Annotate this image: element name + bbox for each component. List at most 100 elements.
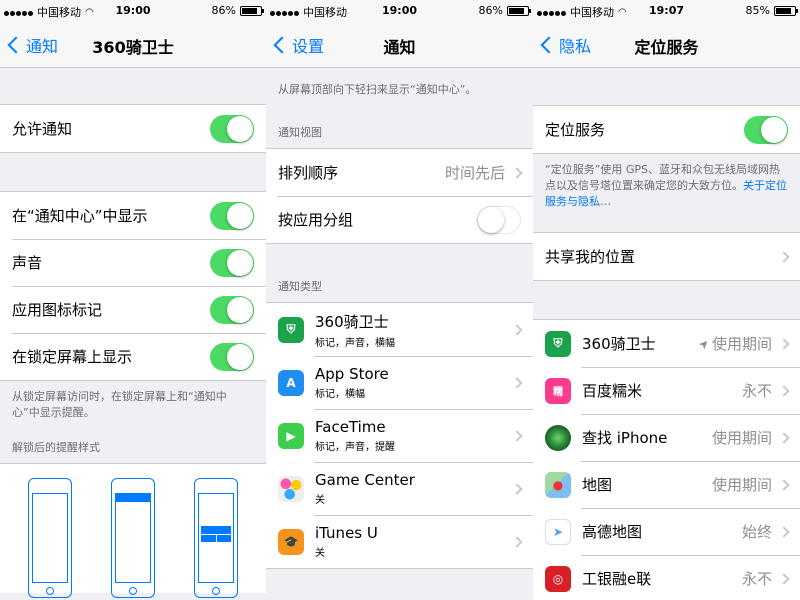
app-subtitle: 关 [315, 548, 325, 559]
alert-style-picker [0, 463, 266, 598]
location-app-row[interactable]: 糯 百度糯米 永不 [533, 367, 800, 414]
location-permission-value: 永不 [741, 570, 772, 588]
chevron-right-icon [511, 482, 523, 495]
location-permission-value: 使用期间 [711, 335, 772, 353]
share-location-group: 共享我的位置 [533, 232, 800, 281]
game-center-icon [278, 475, 304, 502]
notification-view-group: 排列顺序 时间先后 按应用分组 [266, 148, 533, 244]
location-permission-value: 使用期间 [711, 429, 772, 447]
app-row-game-center[interactable]: Game Center 关 [266, 462, 533, 515]
location-services-description: “定位服务”使用 GPS、蓝牙和众包无线局域网热点以及信号塔位置来确定您的大致方… [533, 154, 800, 232]
location-app-row[interactable]: ● 地图 使用期间 [533, 461, 800, 508]
show-in-notification-center-toggle[interactable] [210, 201, 254, 230]
app-subtitle: 关 [315, 495, 325, 506]
icbc-icon: ◎ [545, 565, 571, 592]
navigation-bar: 通知 360骑卫士 [0, 22, 266, 68]
allow-notifications-row: 允许通知 [0, 105, 266, 152]
app-subtitle: 标记，声音，提醒 [315, 442, 395, 453]
share-my-location-row[interactable]: 共享我的位置 [533, 233, 800, 280]
location-app-row[interactable]: ◎ 工银融e联 永不 [533, 555, 800, 600]
app-row-facetime[interactable]: ▶ FaceTime 标记，声音，提醒 [266, 409, 533, 462]
chevron-right-icon [511, 166, 523, 179]
battery-percent: 86% [478, 4, 503, 17]
app-subtitle: 标记，声音，横幅 [315, 337, 395, 349]
battery-percent: 86% [211, 4, 236, 17]
app-row-itunes-u[interactable]: 🎓 iTunes U 关 [266, 515, 533, 568]
location-services-row: 定位服务 [533, 106, 800, 153]
app-name: 工银融e联 [582, 570, 652, 588]
page-title: 360骑卫士 [92, 38, 174, 57]
location-app-row[interactable]: ⛨ 360骑卫士 ➤ 使用期间 [533, 320, 800, 367]
battery-group: 86% [211, 4, 264, 17]
location-permission-value: 永不 [741, 382, 772, 400]
notification-options-group: 在“通知中心”中显示 声音 应用图标标记 在锁定屏幕上显示 [0, 191, 266, 381]
group-by-app-row: 按应用分组 [266, 196, 533, 243]
app-store-icon: A [278, 369, 304, 396]
status-bar: 中国移动 19:00 86% [266, 0, 533, 22]
alert-style-alert-option[interactable] [194, 478, 239, 598]
app-name: iTunes U [315, 524, 378, 542]
app-name: FaceTime [315, 418, 386, 436]
status-bar: 中国移动 ◠ 19:00 86% [0, 0, 266, 22]
badge-app-icon-row: 应用图标标记 [0, 286, 266, 333]
phone-screen-app-notifications: 中国移动 ◠ 19:00 86% 通知 360骑卫士 允许通知 在“通知中心”中… [0, 0, 266, 600]
sort-order-row[interactable]: 排列顺序 时间先后 [266, 149, 533, 196]
app-subtitle: 标记，横幅 [315, 389, 365, 400]
location-services-group: 定位服务 [533, 105, 800, 154]
sort-order-value: 时间先后 [444, 164, 505, 182]
location-app-row[interactable]: 查找 iPhone 使用期间 [533, 414, 800, 461]
phone-screen-notifications: 中国移动 19:00 86% 设置 通知 从屏幕顶部向下轻扫来显示“通知中心”。… [266, 0, 533, 600]
row-label: 定位服务 [545, 121, 606, 139]
row-label: 应用图标标记 [12, 301, 103, 319]
location-app-list: ⛨ 360骑卫士 ➤ 使用期间 糯 百度糯米 永不 查找 iPhone 使用期间… [533, 319, 800, 600]
allow-notifications-toggle[interactable] [210, 114, 254, 143]
app-name: 百度糯米 [582, 382, 643, 400]
show-on-lock-screen-toggle[interactable] [210, 342, 254, 371]
chevron-right-icon [511, 323, 523, 336]
alert-style-banner-option[interactable] [110, 478, 155, 598]
chevron-right-icon [778, 384, 790, 397]
notification-view-header: 通知视图 [278, 126, 322, 139]
show-on-lock-screen-row: 在锁定屏幕上显示 [0, 333, 266, 380]
baidu-nuomi-icon: 糯 [545, 377, 571, 404]
radar-icon [545, 424, 571, 451]
app-name: 查找 iPhone [582, 429, 668, 447]
navigation-bar: 隐私 定位服务 [533, 22, 800, 68]
app-name: 地图 [582, 476, 613, 494]
battery-group: 86% [478, 4, 531, 17]
status-bar: 中国移动 ◠ 19:07 85% [533, 0, 800, 22]
phone-screen-location-services: 中国移动 ◠ 19:07 85% 隐私 定位服务 定位服务 “定位服务”使用 G… [533, 0, 800, 600]
chevron-right-icon [778, 572, 790, 585]
row-label: 共享我的位置 [545, 248, 636, 266]
app-row-app-store[interactable]: A App Store 标记，横幅 [266, 356, 533, 409]
location-permission-value: 始终 [741, 523, 772, 541]
app-name: Game Center [315, 471, 415, 489]
group-by-app-toggle[interactable] [477, 205, 521, 234]
notification-center-intro: 从屏幕顶部向下轻扫来显示“通知中心”。 [278, 83, 477, 96]
row-label: 在“通知中心”中显示 [12, 207, 148, 225]
lock-screen-footer: 从锁定屏幕访问时，在锁定屏幕上和“通知中心”中显示提醒。 [12, 390, 227, 419]
row-label: 排列顺序 [278, 164, 339, 182]
maps-icon: ● [545, 471, 571, 498]
alert-style-none-option[interactable] [27, 478, 72, 598]
chevron-right-icon [511, 535, 523, 548]
location-app-row[interactable]: ➤ 高德地图 始终 [533, 508, 800, 555]
sound-row: 声音 [0, 239, 266, 286]
app-row-360[interactable]: ⛨ 360骑卫士 标记，声音，横幅 [266, 303, 533, 356]
app-name: App Store [315, 365, 389, 383]
location-services-toggle[interactable] [744, 115, 788, 144]
allow-group: 允许通知 [0, 104, 266, 153]
row-label: 在锁定屏幕上显示 [12, 348, 133, 366]
chevron-right-icon [778, 250, 790, 263]
sound-toggle[interactable] [210, 248, 254, 277]
shield-icon: ⛨ [545, 330, 571, 357]
badge-app-icon-toggle[interactable] [210, 295, 254, 324]
chevron-right-icon [778, 478, 790, 491]
app-list: ⛨ 360骑卫士 标记，声音，横幅 A App Store 标记，横幅 ▶ Face… [266, 302, 533, 569]
notification-type-header: 通知类型 [278, 280, 322, 293]
row-label: 按应用分组 [278, 211, 354, 229]
chevron-right-icon [511, 429, 523, 442]
chevron-right-icon [778, 337, 790, 350]
battery-group: 85% [746, 4, 798, 17]
app-name: 360骑卫士 [315, 312, 389, 331]
